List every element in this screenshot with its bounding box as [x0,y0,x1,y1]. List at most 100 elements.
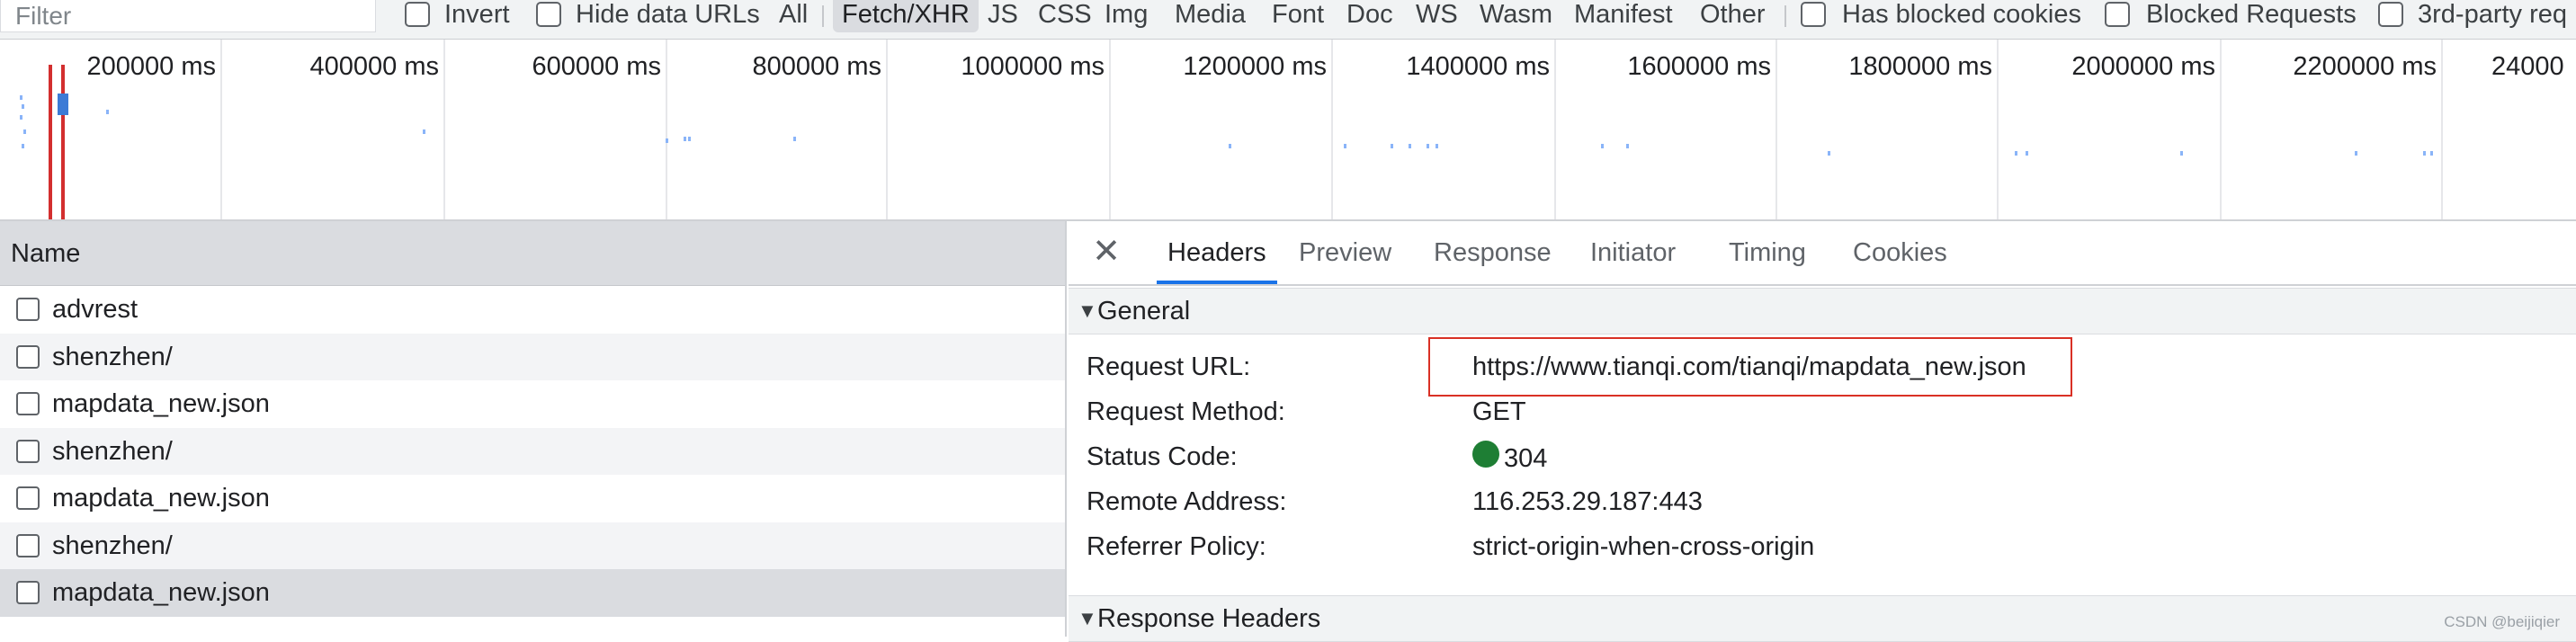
request-activity-tick [22,104,24,109]
grid-line [1109,40,1111,219]
remote-address-key: Remote Address: [1087,487,1287,516]
request-name: advrest [52,295,139,324]
request-activity-tick [1436,144,1438,148]
row-checkbox[interactable] [16,486,40,510]
has-blocked-cookies-label: Has blocked cookies [1842,0,2081,29]
request-activity-tick [22,144,24,148]
third-party-requests-checkbox[interactable] [2378,2,2403,27]
triangle-down-icon: ▼ [1078,299,1097,322]
request-name: shenzhen/ [52,342,173,371]
time-tick-label: 2200000 ms [2293,52,2437,81]
request-name: shenzhen/ [52,531,173,560]
filter-input[interactable]: Filter [0,0,376,32]
filter-type-media[interactable]: Media [1175,0,1246,32]
request-activity-tick [1229,144,1231,148]
triangle-down-icon: ▼ [1078,607,1097,629]
grid-line [1331,40,1333,219]
time-tick-label: 400000 ms [309,52,440,81]
row-checkbox[interactable] [16,298,40,321]
tab-initiator[interactable]: Initiator [1590,221,1676,284]
request-activity-tick [106,110,109,114]
filter-type-fetch-xhr[interactable]: Fetch/XHR [833,0,979,32]
grid-line [666,40,667,219]
request-row[interactable]: mapdata_new.json [0,475,1065,522]
time-tick-label: 1800000 ms [1848,52,1992,81]
request-activity-tick [1626,144,1629,148]
request-activity-tick [1427,144,1429,148]
request-row[interactable]: shenzhen/ [0,427,1065,475]
request-method-key: Request Method: [1087,397,1285,426]
request-activity-tick [2015,151,2017,156]
tab-timing[interactable]: Timing [1729,221,1806,284]
time-tick-label: 1400000 ms [1406,52,1550,81]
status-code-value: 304 [1504,444,1548,473]
invert-label: Invert [444,0,510,29]
close-icon[interactable]: ✕ [1088,234,1124,270]
time-tick-label: 24000 [2491,52,2564,81]
request-name: mapdata_new.json [52,389,270,418]
filter-type-all[interactable]: All [779,0,808,32]
filter-type-font[interactable]: Font [1272,0,1324,32]
invert-checkbox[interactable] [405,2,430,27]
request-activity-tick [793,137,796,141]
toolbar-divider [822,5,824,27]
grid-line [443,40,445,219]
status-code-key: Status Code: [1087,442,1238,471]
tab-response[interactable]: Response [1434,221,1552,284]
filter-type-ws[interactable]: WS [1416,0,1458,32]
request-activity-tick [2423,151,2426,156]
request-activity-tick [2180,151,2183,156]
time-tick-label: 1600000 ms [1627,52,1771,81]
request-row[interactable]: shenzhen/ [0,333,1065,380]
request-activity-tick [666,138,668,143]
grid-line [886,40,888,219]
request-row-selected[interactable]: mapdata_new.json [0,569,1065,617]
row-checkbox[interactable] [16,581,40,604]
request-activity-tick [1828,151,1830,156]
request-row[interactable]: shenzhen/ [0,522,1065,569]
request-activity-tick [20,95,22,100]
tab-preview[interactable]: Preview [1299,221,1391,284]
filter-type-js[interactable]: JS [988,0,1018,32]
hide-data-urls-checkbox[interactable] [536,2,561,27]
request-details-panel: ✕ Headers Preview Response Initiator Tim… [1069,221,2576,642]
blocked-requests-checkbox[interactable] [2105,2,2130,27]
general-section-title: General [1097,297,1191,325]
request-activity-tick [1601,144,1604,148]
request-activity-tick [2430,151,2433,156]
filter-type-wasm[interactable]: Wasm [1480,0,1552,32]
general-section-header[interactable]: ▼ General [1069,288,2576,334]
request-url-key: Request URL: [1087,352,1251,381]
filter-type-css[interactable]: CSS [1038,0,1092,32]
row-checkbox[interactable] [16,439,40,463]
request-method-value: GET [1472,397,1526,426]
row-checkbox[interactable] [16,392,40,415]
request-activity-bar [58,94,68,115]
row-checkbox[interactable] [16,344,40,369]
status-indicator-icon [1472,441,1499,468]
name-column-header[interactable]: Name [0,221,1065,286]
response-headers-title: Response Headers [1097,604,1321,633]
filter-type-img[interactable]: Img [1105,0,1148,32]
time-tick-label: 200000 ms [86,52,217,81]
time-tick-label: 1200000 ms [1183,52,1327,81]
filter-type-manifest[interactable]: Manifest [1574,0,1673,32]
request-row[interactable]: mapdata_new.json [0,380,1065,428]
has-blocked-cookies-checkbox[interactable] [1801,2,1826,27]
tab-headers[interactable]: Headers [1157,221,1277,284]
load-event-marker [61,65,65,219]
network-overview-timeline[interactable]: 200000 ms 400000 ms 600000 ms 800000 ms … [0,40,2576,221]
time-tick-label: 1000000 ms [961,52,1105,81]
response-headers-section-header[interactable]: ▼ Response Headers [1069,595,2576,642]
row-checkbox[interactable] [16,533,40,557]
request-activity-tick [1391,144,1393,148]
blocked-requests-label: Blocked Requests [2146,0,2357,29]
details-tab-bar: ✕ Headers Preview Response Initiator Tim… [1069,221,2576,286]
grid-line [1775,40,1777,219]
tab-cookies[interactable]: Cookies [1853,221,1947,284]
filter-type-doc[interactable]: Doc [1346,0,1393,32]
request-row[interactable]: advrest [0,286,1065,334]
request-activity-tick [20,115,22,120]
toolbar-divider [1784,5,1786,27]
filter-type-other[interactable]: Other [1700,0,1766,32]
